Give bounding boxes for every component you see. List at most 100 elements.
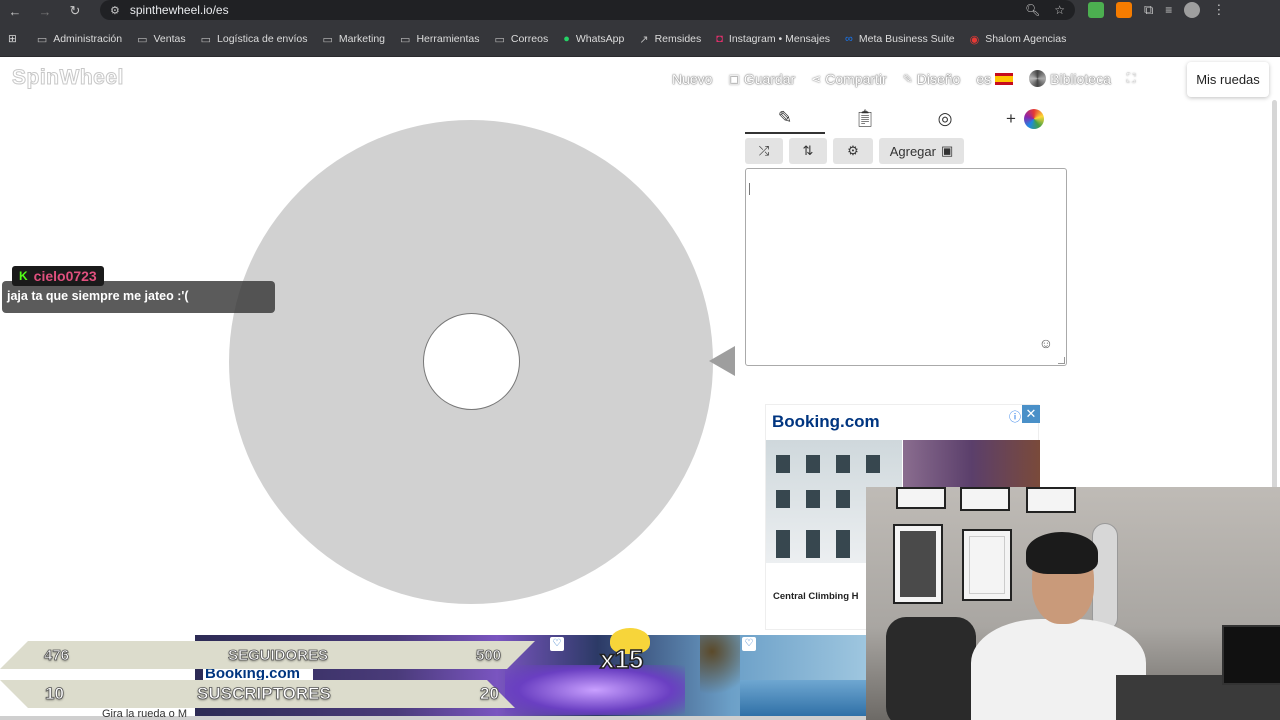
bookmark-label: Administración: [53, 33, 123, 45]
ad-caption[interactable]: Central Climbing H: [773, 591, 859, 602]
ad-info-icon[interactable]: ⓘ: [1009, 408, 1021, 425]
entries-textarea[interactable]: ☺: [745, 168, 1067, 366]
wall-frame: [896, 487, 946, 509]
eye-slash-icon: ◎: [937, 108, 953, 128]
chat-username: cielo0723: [33, 268, 97, 284]
window-shape: [776, 490, 790, 508]
bookmark-label: Instagram • Mensajes: [728, 33, 831, 45]
meta-icon: ∞: [845, 33, 853, 45]
bookmark-label: Correos: [510, 33, 549, 45]
window-shape: [806, 455, 820, 473]
zoom-icon[interactable]: 🔍︎: [1025, 3, 1040, 17]
shuffle-button[interactable]: ⤮: [745, 138, 783, 164]
save-icon: ▣: [728, 71, 740, 86]
folder-icon: ▭: [322, 33, 333, 46]
bookmark-label: WhatsApp: [575, 33, 625, 45]
bookmark-label: Logística de envíos: [217, 33, 308, 45]
pencil-icon: ✎: [902, 71, 913, 86]
emoji-icon[interactable]: ☺: [1039, 335, 1053, 351]
extension-icon-orange[interactable]: [1116, 2, 1132, 18]
save-label: Guardar: [743, 70, 796, 87]
reload-icon[interactable]: ↻: [60, 3, 90, 19]
add-image-label: Agregar: [889, 143, 936, 159]
bookmark-whatsapp[interactable]: ● WhatsApp: [563, 33, 624, 45]
window-shape: [836, 530, 850, 558]
chat-username-badge: K cielo0723: [12, 266, 104, 286]
browser-menu-icon[interactable]: ⋮: [1212, 2, 1225, 18]
library-button[interactable]: Biblioteca: [1029, 70, 1111, 87]
fullscreen-button[interactable]: ⛶: [1127, 71, 1135, 86]
language-label: es: [976, 70, 992, 87]
instagram-icon: ◘: [716, 33, 723, 45]
bookmark-label: Ventas: [153, 33, 186, 45]
bookmark-administracion[interactable]: ▭ Administración: [37, 33, 122, 46]
bookmark-shalom[interactable]: ◉ Shalom Agencias: [970, 33, 1067, 46]
bookmarks-bar: ⊞ ▭ Administración ▭ Ventas ▭ Logística de …: [0, 22, 1280, 57]
bookmark-meta[interactable]: ∞ Meta Business Suite: [845, 33, 955, 45]
followers-label: SEGUIDORES: [228, 647, 329, 665]
save-button[interactable]: ▣ Guardar: [728, 71, 795, 87]
bookmark-logistica[interactable]: ▭ Logística de envíos: [201, 33, 308, 46]
window-shape: [836, 490, 850, 508]
folder-icon: ▭: [200, 33, 212, 46]
heart-icon: ♡: [742, 637, 756, 651]
window-shape: [836, 455, 850, 473]
apps-grid-icon[interactable]: ⊞: [8, 33, 17, 45]
bookmark-instagram[interactable]: ◘ Instagram • Mensajes: [716, 33, 830, 45]
person-hair: [1026, 532, 1098, 574]
url-text: spinthewheel.io/es: [129, 3, 229, 17]
extension-icon-green[interactable]: [1088, 2, 1104, 18]
design-button[interactable]: ✎ Diseño: [903, 71, 961, 87]
ad-close-icon[interactable]: ✕: [1022, 405, 1040, 423]
add-image-button[interactable]: Agregar ▣: [879, 138, 964, 164]
share-button[interactable]: ⋖ Compartir: [811, 71, 887, 87]
bookmark-remsides[interactable]: ↗ Remsides: [639, 33, 701, 46]
window-shape: [776, 530, 790, 558]
url-field[interactable]: ⚙ spinthewheel.io/es 🔍︎ ☆: [100, 0, 1075, 20]
subs-label: SUSCRIPTORES: [197, 684, 332, 704]
bookmark-label: Herramientas: [416, 33, 480, 45]
chair: [886, 617, 976, 720]
ad-interior-image[interactable]: [903, 440, 1040, 488]
tab-results[interactable]: 📋︎: [825, 103, 905, 134]
tab-edit[interactable]: ✎: [745, 103, 825, 134]
bookmark-herramientas[interactable]: ▭ Herramientas: [400, 33, 479, 46]
resize-handle[interactable]: [1058, 357, 1065, 364]
share-label: Compartir: [825, 70, 887, 87]
profile-avatar-icon[interactable]: [1184, 2, 1201, 18]
globe-icon: [1029, 70, 1047, 87]
media-control-icon[interactable]: ≡: [1165, 3, 1172, 17]
spinwheel-logo[interactable]: SpinWheel: [12, 66, 124, 90]
text-cursor: [749, 183, 750, 195]
settings-button[interactable]: ⚙: [833, 138, 873, 164]
tab-hidden[interactable]: ◎: [905, 103, 985, 134]
site-settings-icon[interactable]: ⚙: [110, 4, 120, 17]
tab-add-color[interactable]: +: [985, 103, 1065, 134]
bookmark-marketing[interactable]: ▭ Marketing: [323, 33, 386, 46]
window-shape: [866, 455, 880, 473]
sort-button[interactable]: ⇅: [789, 138, 827, 164]
frame-art: [900, 531, 936, 597]
sea-image: [740, 680, 866, 717]
wheel-center-hub[interactable]: [423, 313, 520, 410]
pencil-icon: ✎: [777, 107, 793, 127]
shalom-icon: ◉: [969, 33, 980, 46]
sort-icon: ⇅: [802, 143, 814, 158]
logo-text: SpinWheel: [12, 66, 124, 90]
my-wheels-button[interactable]: Mis ruedas: [1187, 62, 1269, 97]
design-label: Diseño: [916, 70, 961, 87]
new-button[interactable]: Nuevo: [672, 71, 712, 87]
bookmark-correos[interactable]: ▭ Correos: [494, 33, 548, 46]
extensions-puzzle-icon[interactable]: ⧉: [1144, 2, 1153, 18]
subs-current: 10: [45, 684, 65, 704]
language-selector[interactable]: es: [976, 70, 1014, 87]
entry-toolbar: ⤮ ⇅ ⚙ Agregar ▣: [745, 138, 964, 164]
heart-icon: ♡: [550, 637, 564, 651]
bookmark-star-icon[interactable]: ☆: [1054, 3, 1065, 17]
subs-goal: 20: [480, 684, 500, 704]
chat-message-text: jaja ta que siempre me jateo :'(: [7, 289, 189, 303]
back-icon[interactable]: ←: [0, 4, 30, 19]
forward-icon[interactable]: →: [30, 4, 60, 19]
image-icon: ▣: [940, 143, 954, 158]
bookmark-ventas[interactable]: ▭ Ventas: [137, 33, 186, 46]
